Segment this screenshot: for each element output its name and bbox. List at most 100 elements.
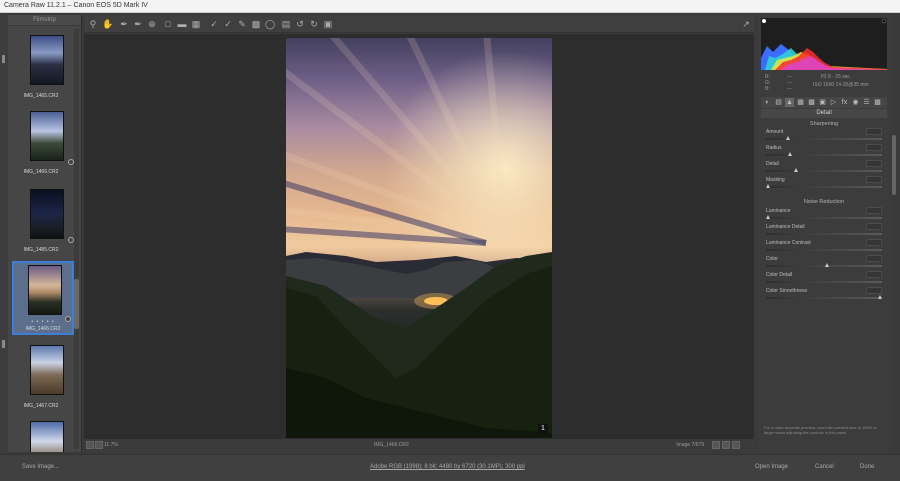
tab-effects-icon[interactable]: fx <box>840 98 849 107</box>
slider-track[interactable] <box>766 249 882 251</box>
slider-track[interactable] <box>766 170 882 172</box>
panel-scrollbar[interactable] <box>891 15 897 452</box>
slider-value[interactable] <box>866 223 882 230</box>
graduated-filter-icon[interactable]: ▩ <box>250 18 262 30</box>
zoom-tool-icon[interactable]: ⚲ <box>87 18 99 30</box>
trash-icon[interactable]: ▣ <box>322 18 334 30</box>
adjustment-brush-icon[interactable]: ✎ <box>236 18 248 30</box>
slider-track[interactable] <box>766 233 882 235</box>
zoom-out-button[interactable] <box>86 441 94 449</box>
slider-knob[interactable] <box>766 184 770 188</box>
tab-tone-curve-icon[interactable]: ▤ <box>774 98 783 107</box>
slider-knob[interactable] <box>878 295 882 299</box>
masking-slider[interactable]: Masking <box>766 176 882 191</box>
collapse-arrow-icon[interactable] <box>2 340 5 348</box>
tab-transform-icon[interactable]: ▷ <box>829 98 838 107</box>
window-title: Camera Raw 11.2.1 – Canon EOS 5D Mark IV <box>4 2 148 9</box>
slider-label: Luminance Detail <box>766 224 805 230</box>
slider-knob[interactable] <box>786 136 791 140</box>
white-balance-tool-icon[interactable]: ✒ <box>118 18 130 30</box>
hand-tool-icon[interactable]: ✋ <box>102 18 114 30</box>
scrollbar-thumb[interactable] <box>892 135 896 195</box>
tab-lens-corrections-icon[interactable]: ▣ <box>818 98 827 107</box>
thumbnail <box>30 421 64 452</box>
filmstrip-item[interactable]: IMG_1467.CR2 <box>12 341 74 417</box>
toggle-settings-button[interactable] <box>732 441 740 449</box>
slider-label: Color <box>766 256 778 262</box>
radius-slider[interactable]: Radius <box>766 144 882 159</box>
slider-track[interactable] <box>766 265 882 267</box>
slider-track[interactable] <box>766 154 882 156</box>
filmstrip-item[interactable]: IMG_1466.CR2 <box>12 107 74 183</box>
toolbar: ⚲ ✋ ✒ ✒ ⊕ □ ▬ ▦ ✓ ✓ ✎ ▩ ◯ ▤ ↺ ↻ ▣ ↗ <box>84 15 754 33</box>
color-slider[interactable]: Color <box>766 255 882 270</box>
slider-value[interactable] <box>866 176 882 183</box>
color-smoothness-slider[interactable]: Color Smoothness <box>766 287 882 302</box>
done-button[interactable]: Done <box>860 464 874 470</box>
slider-track[interactable] <box>766 217 882 219</box>
slider-value[interactable] <box>866 128 882 135</box>
fullscreen-icon[interactable]: ↗ <box>740 18 752 30</box>
open-image-button[interactable]: Open Image <box>755 464 788 470</box>
slider-value[interactable] <box>866 144 882 151</box>
star-rating[interactable]: • • • • • <box>14 319 72 325</box>
workflow-options-link[interactable]: Adobe RGB (1998); 8 bit; 4480 by 6720 (3… <box>370 464 525 470</box>
slider-track[interactable] <box>766 281 882 283</box>
slider-value[interactable] <box>866 160 882 167</box>
tab-calibration-icon[interactable]: ◉ <box>851 98 860 107</box>
luminance-detail-slider[interactable]: Luminance Detail <box>766 223 882 238</box>
preview-canvas[interactable]: 1 <box>84 34 754 439</box>
image-counter: Image 7/679 <box>676 442 704 448</box>
slider-track[interactable] <box>766 138 882 140</box>
radial-filter-icon[interactable]: ◯ <box>264 18 276 30</box>
filmstrip-item[interactable]: IMG_1465.CR2 <box>12 31 74 107</box>
transform-tool-icon[interactable]: ▦ <box>190 18 202 30</box>
rotate-ccw-icon[interactable]: ↺ <box>294 18 306 30</box>
filmstrip-collapse-bar[interactable] <box>0 15 8 452</box>
dialog-footer: Save Image... Adobe RGB (1998); 8 bit; 4… <box>0 454 900 481</box>
slider-value[interactable] <box>866 271 882 278</box>
amount-slider[interactable]: Amount <box>766 128 882 143</box>
filmstrip-item[interactable]: IMG_1485.CR2 <box>12 185 74 261</box>
slider-knob[interactable] <box>788 152 793 156</box>
filmstrip-scrollbar[interactable] <box>74 29 79 449</box>
color-sampler-tool-icon[interactable]: ✒ <box>132 18 144 30</box>
tab-snapshots-icon[interactable]: ▩ <box>873 98 882 107</box>
zoom-in-button[interactable] <box>95 441 103 449</box>
tab-basic-icon[interactable]: ◐ <box>763 98 772 107</box>
tab-detail-icon[interactable]: ▲ <box>785 98 794 107</box>
slider-knob[interactable] <box>766 215 770 219</box>
slider-track[interactable] <box>766 297 882 299</box>
crop-tool-icon[interactable]: □ <box>162 18 174 30</box>
swap-view-button[interactable] <box>722 441 730 449</box>
luminance-contrast-slider[interactable]: Luminance Contrast <box>766 239 882 254</box>
preferences-icon[interactable]: ▤ <box>280 18 292 30</box>
targeted-adjustment-icon[interactable]: ⊕ <box>146 18 158 30</box>
tab-split-toning-icon[interactable]: ▩ <box>807 98 816 107</box>
save-image-button[interactable]: Save Image... <box>22 464 59 470</box>
slider-value[interactable] <box>866 255 882 262</box>
filmstrip-item[interactable] <box>12 417 74 452</box>
rotate-cw-icon[interactable]: ↻ <box>308 18 320 30</box>
color-detail-slider[interactable]: Color Detail <box>766 271 882 286</box>
luminance-slider[interactable]: Luminance <box>766 207 882 222</box>
cancel-button[interactable]: Cancel <box>815 464 834 470</box>
filmstrip: Filmstrip IMG_1465.CR2 IMG_1466.CR2 IMG_… <box>8 15 82 452</box>
slider-knob[interactable] <box>825 263 830 267</box>
spot-removal-icon[interactable]: ✓ <box>208 18 220 30</box>
slider-value[interactable] <box>866 287 882 294</box>
detail-slider[interactable]: Detail <box>766 160 882 175</box>
straighten-tool-icon[interactable]: ▬ <box>176 18 188 30</box>
slider-value[interactable] <box>866 239 882 246</box>
before-after-button[interactable] <box>712 441 720 449</box>
slider-knob[interactable] <box>794 168 798 172</box>
red-eye-icon[interactable]: ✓ <box>222 18 234 30</box>
zoom-level[interactable]: 11.7% <box>104 442 118 448</box>
filmstrip-item-selected[interactable]: • • • • • IMG_1466.CR2 <box>12 261 74 335</box>
tab-hsl-icon[interactable]: ▦ <box>796 98 805 107</box>
slider-track[interactable] <box>766 186 882 188</box>
slider-value[interactable] <box>866 207 882 214</box>
tab-presets-icon[interactable]: ☰ <box>862 98 871 107</box>
scrollbar-thumb[interactable] <box>74 279 79 329</box>
filmstrip-header: Filmstrip <box>8 15 81 26</box>
